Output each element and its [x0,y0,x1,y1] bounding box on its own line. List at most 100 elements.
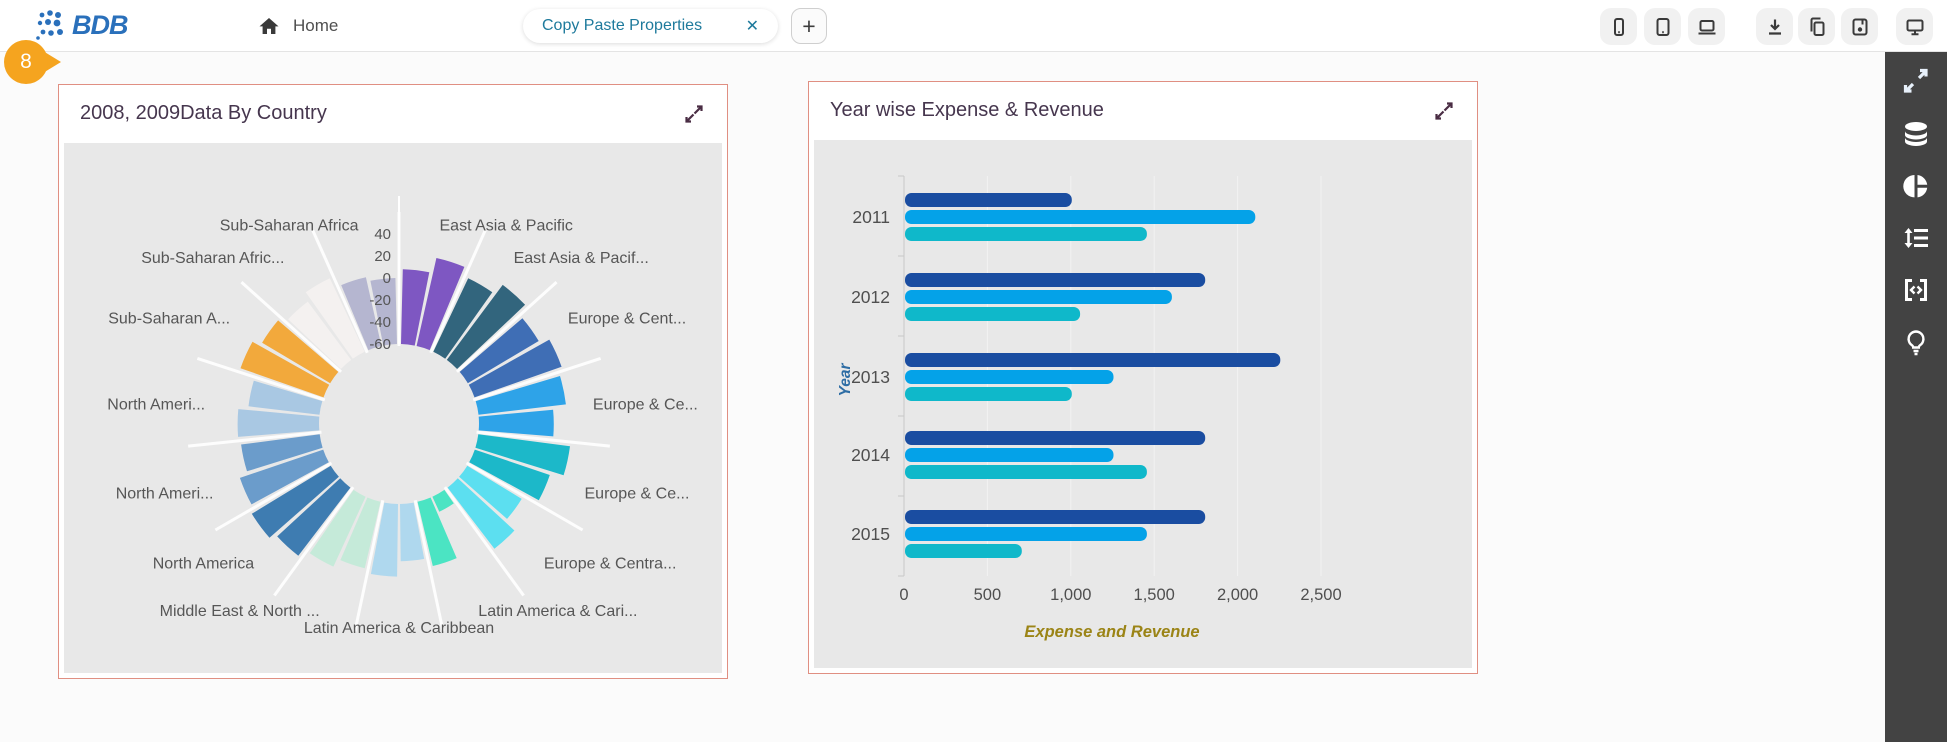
home-button[interactable]: Home [258,0,338,52]
download-button[interactable] [1756,8,1793,45]
rose-category-label-13: Sub-Saharan Afric... [141,250,284,267]
x-axis-tick-label: 500 [974,586,1002,604]
database-icon [1902,120,1930,148]
bdb-logo-text: BDB [72,10,128,41]
rose-category-label-10: North Ameri... [116,485,214,502]
card-2-expand-button[interactable] [1432,99,1456,123]
card-1-expand-button[interactable] [682,102,706,126]
copy-icon [1806,16,1828,38]
pie-chart-icon [1902,172,1930,200]
rail-database-button[interactable] [1902,120,1930,148]
rail-pie-chart-button[interactable] [1902,172,1930,200]
rose-radial-tick-label: 40 [374,226,391,243]
rose-category-label-7: Latin America & Caribbean [304,620,494,637]
tablet-icon [1652,16,1674,38]
rose-category-label-5: Europe & Centra... [544,556,677,573]
new-tab-button[interactable]: + [791,8,827,44]
bar-2012-series-0[interactable] [905,273,1205,287]
rose-category-label-0: East Asia & Pacific [440,217,573,234]
download-icon [1764,16,1786,38]
x-axis-tick-label: 1,000 [1050,586,1091,604]
tablet-preview-button[interactable] [1644,8,1681,45]
bar-2011-series-0[interactable] [905,193,1072,207]
x-axis-tick-label: 1,500 [1134,586,1175,604]
rose-chart[interactable]: 40 20 0 -20 -40 -60 East Asia & Pacific East As… [64,143,724,675]
rose-category-label-4: Europe & Ce... [585,485,690,502]
x-axis-tick-label: 0 [899,586,908,604]
rose-radial-tick-label: 0 [383,270,391,287]
home-label: Home [293,16,338,36]
code-icon [1902,276,1930,304]
card-2-header: Year wise Expense & Revenue [809,82,1477,139]
rose-chart-plot-area: 40 20 0 -20 -40 -60 East Asia & Pacific East As… [64,143,722,673]
y-axis-category-label-2011: 2011 [852,207,890,227]
rail-lightbulb-button[interactable] [1902,328,1930,356]
expand-icon [682,102,706,126]
bar-2011-series-2[interactable] [905,227,1147,241]
expand-icon [1432,99,1456,123]
card-1-title: 2008, 2009Data By Country [80,102,327,125]
monitor-icon [1904,16,1926,38]
home-icon [258,15,280,37]
bdb-logo-dots-icon [34,8,72,42]
rose-radial-tick-label: -20 [369,292,391,309]
rail-line-spacing-button[interactable] [1902,224,1930,252]
bar-2015-series-0[interactable] [905,510,1205,524]
save-icon [1849,16,1871,38]
laptop-icon [1696,16,1718,38]
rose-category-label-9: North America [153,556,254,573]
copy-button[interactable] [1798,8,1835,45]
top-navbar: BDB Home Copy Paste Properties ✕ + [0,0,1947,52]
mobile-preview-button[interactable] [1600,8,1637,45]
bar-2014-series-2[interactable] [905,465,1147,479]
right-tool-rail [1885,52,1947,742]
bar-chart-plot-area: 0 500 1,000 1,500 2,000 2,500 2011 2012 2013 2014… [814,140,1472,668]
tab-label: Copy Paste Properties [542,17,702,35]
save-button[interactable] [1841,8,1878,45]
bdb-logo[interactable]: BDB [34,8,128,42]
rose-radial-tick-label: 20 [374,248,391,265]
y-axis-category-label-2012: 2012 [851,287,890,307]
bar-2015-series-1[interactable] [905,527,1147,541]
expand-icon [1901,66,1931,96]
line-spacing-icon [1902,224,1930,252]
y-axis-category-label-2014: 2014 [851,445,890,465]
rose-radial-tick-label: -40 [369,314,391,331]
rose-category-label-11: North Ameri... [107,397,205,414]
monitor-preview-button[interactable] [1896,8,1933,45]
bar-2015-series-2[interactable] [905,544,1022,558]
rail-expand-button[interactable] [1901,66,1931,96]
x-axis-tick-label: 2,000 [1217,586,1258,604]
bar-2012-series-2[interactable] [905,307,1080,321]
rail-code-button[interactable] [1902,276,1930,304]
rose-category-label-3: Europe & Ce... [593,397,698,414]
bar-chart[interactable]: 0 500 1,000 1,500 2,000 2,500 2011 2012 2013 2014… [814,140,1474,670]
x-axis-tick-label: 2,500 [1300,586,1341,604]
badge-count: 8 [4,40,48,84]
laptop-preview-button[interactable] [1688,8,1725,45]
rose-category-label-1: East Asia & Pacif... [514,250,649,267]
x-axis-title: Expense and Revenue [1024,623,1199,641]
y-axis-title: Year [837,363,854,397]
tab-copy-paste-properties[interactable]: Copy Paste Properties ✕ [523,9,778,43]
notification-badge[interactable]: 8 [4,40,66,86]
rose-category-label-14: Sub-Saharan Africa [220,217,359,234]
tab-close-icon[interactable]: ✕ [746,16,759,36]
rose-category-label-2: Europe & Cent... [568,311,686,328]
y-axis-category-label-2013: 2013 [851,367,890,387]
rose-category-label-8: Middle East & North ... [160,603,320,620]
card-1-header: 2008, 2009Data By Country [59,85,727,142]
card-data-by-country: 2008, 2009Data By Country 40 20 0 -20 -40 -60… [58,84,728,679]
bar-2014-series-1[interactable] [905,448,1114,462]
lightbulb-icon [1902,328,1930,356]
bar-2013-series-0[interactable] [905,353,1280,367]
bar-2014-series-0[interactable] [905,431,1205,445]
bar-2013-series-1[interactable] [905,370,1114,384]
bar-2011-series-1[interactable] [905,210,1255,224]
card-expense-revenue: Year wise Expense & Revenue 0 500 1,000 1,5… [808,81,1478,674]
rose-category-label-6: Latin America & Cari... [478,603,637,620]
bar-2013-series-2[interactable] [905,387,1072,401]
mobile-icon [1608,16,1630,38]
rose-radial-tick-label: -60 [369,336,391,353]
bar-2012-series-1[interactable] [905,290,1172,304]
